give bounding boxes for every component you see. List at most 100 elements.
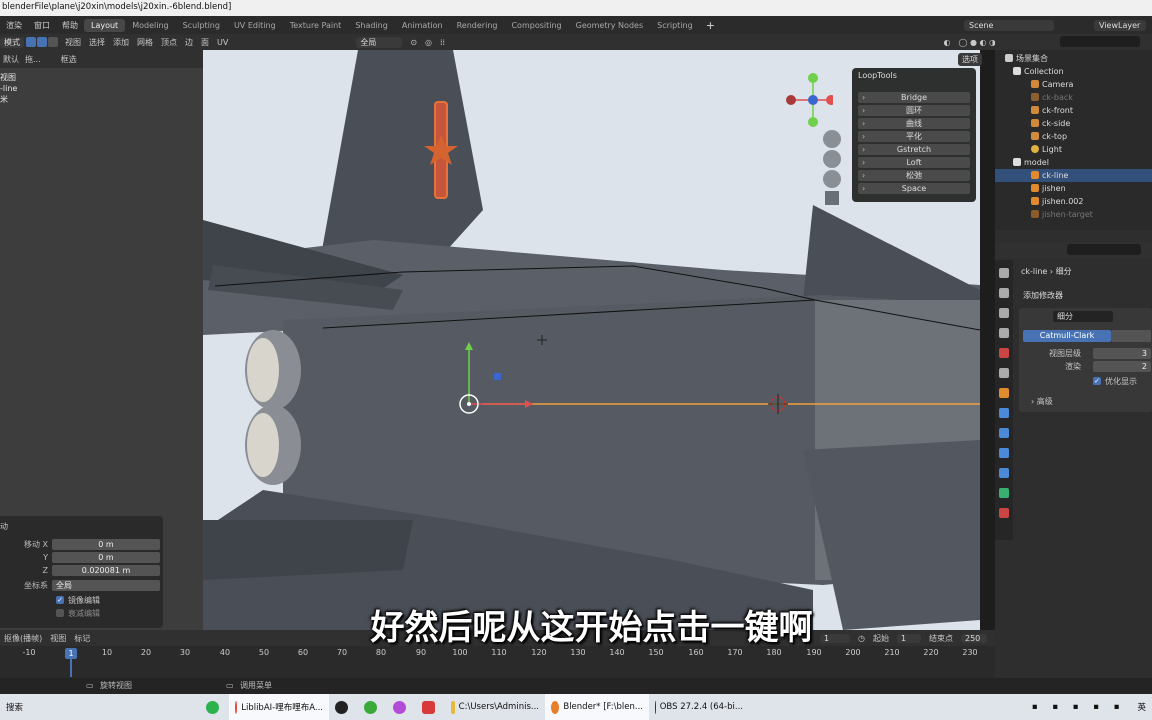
outliner-row[interactable]: ck-side [995, 117, 1152, 130]
tab-rendering[interactable]: Rendering [450, 19, 505, 32]
physics-tab-icon[interactable] [999, 448, 1009, 458]
move-x-field[interactable]: 0 m [52, 538, 160, 550]
grid-icon[interactable]: ⁞⁞ [436, 38, 449, 47]
list-item[interactable]: 视图 [0, 72, 17, 83]
taskbar-app-explorer[interactable]: C:\Users\Adminis... [445, 694, 545, 720]
input-language[interactable]: 英 [1131, 694, 1152, 720]
outliner-row[interactable]: Light [995, 143, 1152, 156]
overlay-icon[interactable]: ◐ [939, 38, 954, 47]
outliner-row[interactable]: ck-front [995, 104, 1152, 117]
taskbar-search[interactable]: 搜索 [0, 694, 200, 720]
render-tab-icon[interactable] [999, 288, 1009, 298]
outliner-row[interactable]: jishen [995, 182, 1152, 195]
catmull-clark-button[interactable]: Catmull-Clark [1023, 330, 1111, 342]
menu-select[interactable]: 选择 [85, 37, 109, 48]
tab-animation[interactable]: Animation [395, 19, 450, 32]
ortho-grid-icon[interactable] [825, 191, 839, 205]
tab-uv-editing[interactable]: UV Editing [227, 19, 283, 32]
scene-tab-icon[interactable] [999, 348, 1009, 358]
menu-uv[interactable]: UV [213, 38, 232, 47]
object-tab-icon[interactable] [999, 388, 1009, 398]
inkscape-icon[interactable] [329, 694, 358, 720]
timeline-view-menu[interactable]: 视图 [46, 633, 70, 644]
navigation-gizmo[interactable] [783, 70, 833, 132]
wechat-icon[interactable] [200, 694, 229, 720]
menu-view[interactable]: 视图 [61, 37, 85, 48]
menu-window[interactable]: 窗口 [28, 20, 56, 31]
output-tab-icon[interactable] [999, 308, 1009, 318]
coord-system-select[interactable]: 全局 [52, 579, 160, 591]
select-mode-buttons[interactable] [24, 37, 61, 47]
advanced-subpanel[interactable]: › 高级 [1031, 396, 1053, 407]
mode-selector[interactable]: 模式 [0, 36, 24, 48]
constraints-tab-icon[interactable] [999, 468, 1009, 478]
timeline-marker-menu[interactable]: 标记 [70, 633, 94, 644]
shading-icons[interactable]: ◯ ● ◐ ◑ [954, 38, 1000, 47]
outliner-row[interactable]: jishen-target [995, 208, 1152, 221]
snap-icon[interactable]: ⊙ [406, 38, 421, 47]
outliner-search-input[interactable] [1060, 36, 1140, 47]
taskbar-app-chrome[interactable]: LiblibAI-哩布哩布A... [229, 694, 329, 720]
app-green-icon[interactable] [358, 694, 387, 720]
playhead-frame[interactable]: 1 [65, 648, 77, 659]
properties-search-input[interactable] [1067, 244, 1141, 255]
viewport-options-button[interactable]: 选项 [958, 53, 982, 66]
playhead-line[interactable] [70, 659, 72, 677]
outliner-row[interactable]: ck-top [995, 130, 1152, 143]
vertex-select-icon[interactable] [26, 37, 36, 47]
tab-compositing[interactable]: Compositing [504, 19, 568, 32]
pan-icon[interactable] [823, 150, 841, 168]
tool-setting-select[interactable]: 框选 [58, 54, 80, 65]
menu-face[interactable]: 面 [197, 37, 213, 48]
menu-help[interactable]: 帮助 [56, 20, 84, 31]
transform-orientation[interactable]: 全局 [352, 36, 406, 48]
view-layer-tab-icon[interactable] [999, 328, 1009, 338]
tool-setting-default[interactable]: 默认 [0, 54, 22, 65]
tray-icons[interactable]: ▪ ▪ ▪ ▪ ▪ [1026, 694, 1132, 720]
outliner-row[interactable]: ck-back [995, 91, 1152, 104]
world-tab-icon[interactable] [999, 368, 1009, 378]
levels-render-field[interactable]: 2 [1093, 361, 1151, 372]
outliner-row[interactable]: Camera [995, 78, 1152, 91]
face-select-icon[interactable] [48, 37, 58, 47]
tool-tab-icon[interactable] [999, 268, 1009, 278]
tab-scripting[interactable]: Scripting [650, 19, 700, 32]
scene-selector[interactable]: Scene [964, 19, 1054, 31]
add-workspace-button[interactable]: + [700, 19, 721, 32]
outliner-row[interactable]: model [995, 156, 1152, 169]
looptools-loft[interactable]: › Loft [858, 157, 970, 168]
looptools-title[interactable]: LoopTools [852, 68, 976, 84]
outliner-row-selected[interactable]: ck-line [995, 169, 1152, 182]
tab-layout[interactable]: Layout [84, 18, 126, 32]
timeline-ruler[interactable]: -10 1 10 20 30 40 50 60 70 80 90 100 110… [0, 648, 995, 662]
proportional-icon[interactable]: ◎ [421, 38, 436, 47]
taskbar-app-blender[interactable]: Blender* [F:\blen... [545, 694, 649, 720]
looptools-relax[interactable]: › 松弛 [858, 170, 970, 181]
zoom-icon[interactable] [823, 130, 841, 148]
move-z-field[interactable]: 0.020081 m [52, 564, 160, 576]
looptools-gstretch[interactable]: › Gstretch [858, 144, 970, 155]
menu-render[interactable]: 渲染 [0, 20, 28, 31]
looptools-space[interactable]: › Space [858, 183, 970, 194]
tab-shading[interactable]: Shading [348, 19, 395, 32]
decay-checkbox[interactable] [56, 609, 64, 617]
modifier-name-field[interactable]: 细分 [1053, 311, 1113, 322]
edge-select-icon[interactable] [37, 37, 47, 47]
particles-tab-icon[interactable] [999, 428, 1009, 438]
move-y-field[interactable]: 0 m [52, 551, 160, 563]
menu-vertex[interactable]: 顶点 [157, 37, 181, 48]
looptools-flatten[interactable]: › 平化 [858, 131, 970, 142]
timeline-playback-menu[interactable]: 抠像(播帧) [0, 633, 46, 644]
optimal-display-checkbox[interactable]: ✓ [1093, 377, 1101, 385]
outliner-scene-collection[interactable]: 场景集合 [995, 52, 1152, 65]
tab-modeling[interactable]: Modeling [125, 19, 175, 32]
outliner-row[interactable]: jishen.002 [995, 195, 1152, 208]
data-tab-icon[interactable] [999, 488, 1009, 498]
looptools-circle[interactable]: › 圆环 [858, 105, 970, 116]
add-modifier-button[interactable]: 添加修改器 [1023, 290, 1063, 301]
mirror-checkbox[interactable]: ✓ [56, 596, 64, 604]
outliner-row[interactable]: Collection [995, 65, 1152, 78]
menu-mesh[interactable]: 网格 [133, 37, 157, 48]
material-tab-icon[interactable] [999, 508, 1009, 518]
modifier-tab-icon[interactable] [999, 408, 1009, 418]
